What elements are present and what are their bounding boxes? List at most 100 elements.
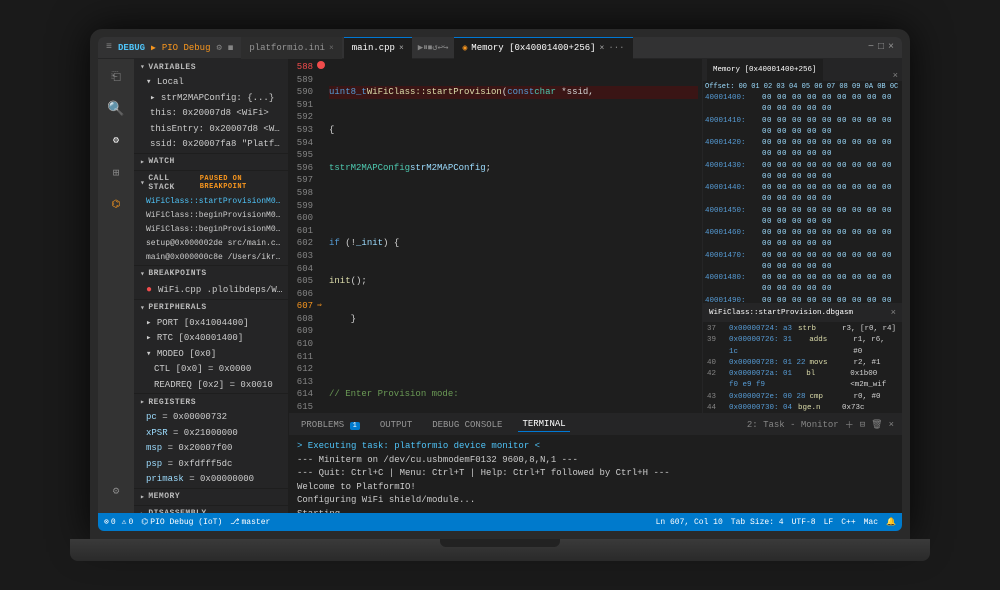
registers-header[interactable]: ▸ REGISTERS — [134, 394, 288, 410]
memory-nav-header[interactable]: ▸ MEMORY — [134, 489, 288, 505]
tab-label-platformio: platformio.ini — [249, 43, 325, 53]
debug-controls[interactable]: ▶⏸⏹↺↩↪ — [418, 43, 449, 53]
activity-files-icon[interactable]: ⎗ — [102, 63, 130, 91]
ide: ≡ DEBUG ▶ PIO Debug ⚙ ◼ platformio.ini × — [98, 37, 902, 531]
status-errors[interactable]: ⊗ 0 ⚠ 0 — [104, 517, 133, 527]
reg-msp[interactable]: msp = 0x20007f00 — [134, 441, 288, 457]
activity-debug-icon[interactable]: ⚙ — [102, 127, 130, 155]
terminal-content[interactable]: > Executing task: platformio device moni… — [289, 436, 902, 513]
git-icon: ⎇ — [230, 517, 239, 527]
status-pio[interactable]: ⌬ PIO Debug (IoT) — [141, 517, 222, 527]
close-icon-main[interactable]: × — [399, 44, 404, 53]
status-line-ending[interactable]: LF — [824, 518, 834, 527]
disasm-row-5: 440x00000730: 04 dabge.n0x73c <WiFiClas — [707, 403, 898, 413]
peripherals-header[interactable]: ▾ PERIPHERALS — [134, 300, 288, 316]
tab-memory[interactable]: ◉ Memory [0x40001400+256] × ··· — [454, 37, 632, 59]
configure-icon[interactable]: ⚙ — [216, 43, 221, 53]
status-encoding[interactable]: UTF-8 — [792, 518, 816, 527]
code-editor[interactable]: 588 589 590 591 592 593 594 595 596 — [289, 59, 702, 413]
memory-row-5: 40001450:00 00 00 00 00 00 00 00 00 00 0… — [705, 206, 900, 229]
variables-local-item[interactable]: ▾ Local — [134, 75, 288, 91]
peripheral-modeo[interactable]: ▾ MODEO [0x0] — [134, 347, 288, 363]
peripheral-ctl[interactable]: CTL [0x0] = 0x0000 — [134, 362, 288, 378]
activity-pio-icon[interactable]: ⌬ — [102, 191, 130, 219]
disasm-content[interactable]: 370x00000724: a3strbr3, [r0, r4] 390x000… — [703, 322, 902, 413]
code-text[interactable]: uint8_t WiFiClass::startProvision(const … — [325, 59, 702, 413]
pio-status-icon: ⌬ — [141, 517, 148, 527]
variables-strm2map-item[interactable]: ▸ strM2MAPConfig: {...} — [134, 91, 288, 107]
callstack-item-1[interactable]: WiFiClass::beginProvisionM0x000000 — [134, 209, 288, 223]
status-language[interactable]: C++ — [841, 518, 855, 527]
disasm-row-4: 430x0000072e: 00 28cmpr0, #0 — [707, 392, 898, 403]
activity-extensions-icon[interactable]: ⊞ — [102, 159, 130, 187]
peripherals-arrow-icon: ▾ — [140, 303, 145, 313]
close-window-icon[interactable]: × — [888, 42, 894, 53]
activity-search-icon[interactable]: 🔍 — [102, 95, 130, 123]
peripheral-rtc[interactable]: ▸ RTC [0x40001400] — [134, 331, 288, 347]
activity-settings-icon[interactable]: ⚙ — [102, 477, 130, 505]
memory-row-8: 40001480:00 00 00 00 00 00 00 00 00 00 0… — [705, 273, 900, 296]
status-bar: ⊗ 0 ⚠ 0 ⌬ PIO Debug (IoT) ⎇ master — [98, 513, 902, 531]
reg-psp[interactable]: psp = 0xfdfff5dc — [134, 457, 288, 473]
memory-close-x[interactable]: × — [893, 71, 898, 81]
terminal-task-label: 2: Task - Monitor — [747, 420, 839, 430]
memory-view-tab[interactable]: Memory [0x40001400+256] — [707, 59, 823, 81]
reg-primask[interactable]: primask = 0x00000000 — [134, 472, 288, 488]
play-icon[interactable]: ▶ — [151, 43, 156, 53]
callstack-header[interactable]: ▾ CALL STACK PAUSED ON BREAKPOINT — [134, 171, 288, 195]
terminal-trash-icon[interactable]: 🗑 — [871, 420, 882, 430]
stop-icon[interactable]: ◼ — [228, 43, 233, 53]
editor-area: 588 589 590 591 592 593 594 595 596 — [289, 59, 902, 513]
disassembly-header[interactable]: ▸ DISASSEMBLY — [134, 506, 288, 514]
memory-close-icon[interactable]: × — [600, 44, 605, 53]
tab-problems[interactable]: PROBLEMS 1 — [297, 418, 364, 432]
callstack-item-0[interactable]: WiFiClass::startProvisionM0x00000 — [134, 195, 288, 209]
status-platform: Mac — [864, 518, 878, 527]
breakpoints-header[interactable]: ▾ BREAKPOINTS — [134, 266, 288, 282]
tab-platformio-ini[interactable]: platformio.ini × — [241, 37, 341, 59]
disassembly-section: ▸ DISASSEMBLY — [134, 506, 288, 514]
variables-ssid-item[interactable]: ssid: 0x20007fa8 "Platform... — [134, 137, 288, 153]
status-position[interactable]: Ln 607, Col 10 — [656, 518, 723, 527]
code-line-590: tstrM2MAPConfig strM2MAPConfig; — [329, 162, 698, 175]
close-icon[interactable]: × — [329, 44, 334, 53]
status-tabsize[interactable]: Tab Size: 4 — [731, 518, 784, 527]
tab-main-cpp[interactable]: main.cpp × — [344, 37, 412, 59]
warning-icon: ⚠ — [122, 517, 127, 527]
watch-header[interactable]: ▸ WATCH — [134, 154, 288, 170]
terminal-line-5: Configuring WiFi shield/module... — [297, 494, 894, 508]
tab-output[interactable]: OUTPUT — [376, 418, 416, 432]
callstack-item-3[interactable]: setup@0x000002de src/main.cpp — [134, 237, 288, 251]
laptop-container: ≡ DEBUG ▶ PIO Debug ⚙ ◼ platformio.ini × — [70, 10, 930, 580]
variables-thisentry-item[interactable]: thisEntry: 0x20007d8 <WiFi> — [134, 122, 288, 138]
code-line-593: init(); — [329, 275, 698, 288]
memory-more-icon[interactable]: ··· — [608, 43, 624, 53]
minimize-icon[interactable]: − — [868, 42, 874, 53]
peripheral-readreq[interactable]: READREQ [0x2] = 0x0010 — [134, 378, 288, 394]
tab-debug-console[interactable]: DEBUG CONSOLE — [428, 418, 506, 432]
code-line-594: } — [329, 313, 698, 326]
terminal-add-icon[interactable]: ＋ — [845, 418, 854, 431]
memory-row-0: 40001400:00 00 00 00 00 00 00 00 00 00 0… — [705, 93, 900, 116]
terminal-close-icon[interactable]: × — [889, 420, 894, 430]
disasm-panel: WiFiClass::startProvision.dbgasm × 370x0… — [703, 303, 902, 413]
callstack-item-2[interactable]: WiFiClass::beginProvisionM0x000000 — [134, 223, 288, 237]
maximize-icon[interactable]: □ — [878, 42, 884, 53]
tab-terminal[interactable]: TERMINAL — [518, 417, 569, 432]
variables-this-item[interactable]: this: 0x20007d8 <WiFi> — [134, 106, 288, 122]
bottom-panel: PROBLEMS 1 OUTPUT DEBUG CONSOLE TERMINAL… — [289, 413, 902, 513]
reg-xpsr[interactable]: xPSR = 0x21000000 — [134, 426, 288, 442]
peripheral-port[interactable]: ▸ PORT [0x41004400] — [134, 316, 288, 332]
breakpoint-item-0[interactable]: ● WiFi.cpp .plolibdeps/WiFi... 588 — [134, 282, 288, 299]
status-branch[interactable]: ⎇ master — [230, 517, 270, 527]
disasm-row-0: 370x00000724: a3strbr3, [r0, r4] — [707, 324, 898, 335]
callstack-item-4[interactable]: main@0x000000c8e /Users/ikravets... — [134, 251, 288, 265]
terminal-split-icon[interactable]: ⊟ — [860, 420, 865, 430]
code-line-592: if (!_init) { — [329, 237, 698, 250]
memory-nav-arrow-icon: ▸ — [140, 492, 145, 502]
disasm-close-icon[interactable]: × — [891, 308, 896, 318]
disasm-tab-label[interactable]: WiFiClass::startProvision.dbgasm — [709, 309, 853, 317]
memory-content[interactable]: Offset: 00 01 02 03 04 05 06 07 08 09 0A… — [703, 81, 902, 303]
variables-header[interactable]: ▾ VARIABLES — [134, 59, 288, 75]
reg-pc[interactable]: pc = 0x00000732 — [134, 410, 288, 426]
